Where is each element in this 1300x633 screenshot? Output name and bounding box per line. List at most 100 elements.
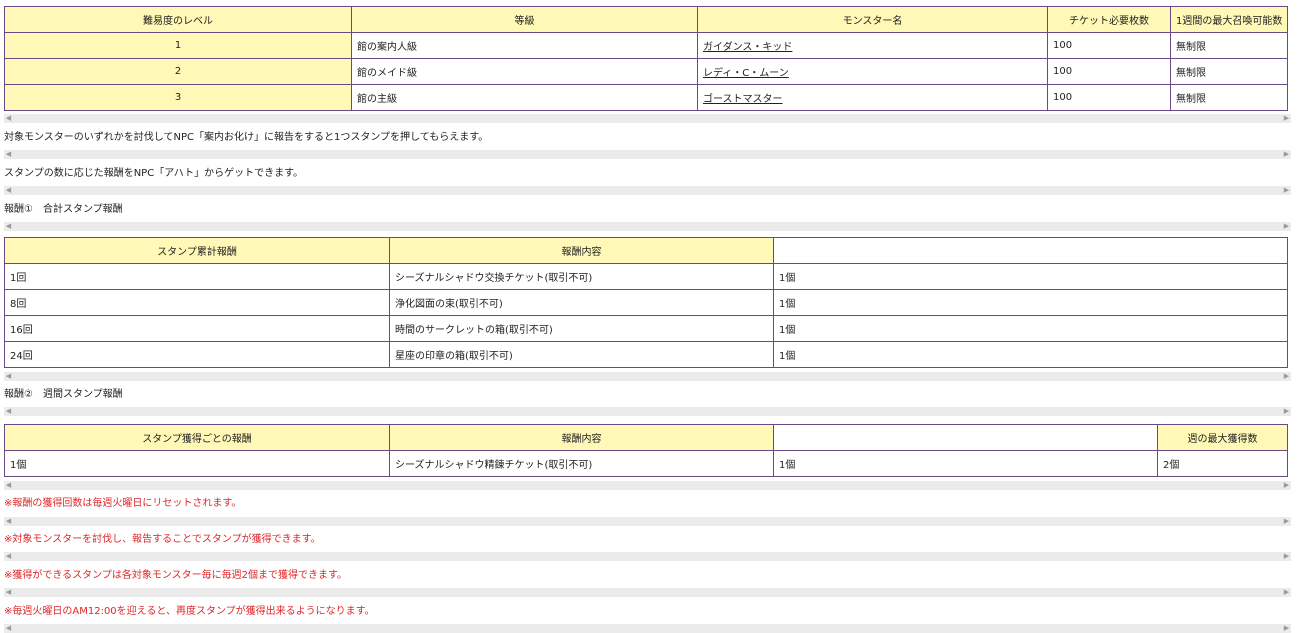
header-tickets: チケット必要枚数 xyxy=(1047,6,1171,33)
stamp-count-cell: 24回 xyxy=(4,341,390,368)
scroll-right-icon[interactable]: ▶ xyxy=(1282,624,1291,633)
scroll-left-icon[interactable]: ◀ xyxy=(4,186,13,195)
header-per-stamp: スタンプ獲得ごとの報酬 xyxy=(4,424,390,451)
tickets-cell: 100 xyxy=(1047,32,1171,59)
horizontal-scrollbar[interactable]: ◀ ▶ xyxy=(4,481,1291,490)
header-weekly-max: 1週間の最大召喚可能数 xyxy=(1170,6,1288,33)
reward-item-cell: 時間のサークレットの箱(取引不可) xyxy=(389,315,774,342)
scroll-left-icon[interactable]: ◀ xyxy=(4,624,13,633)
scroll-right-icon[interactable]: ▶ xyxy=(1282,517,1291,526)
reward-item-cell: シーズナルシャドウ精錬チケット(取引不可) xyxy=(389,450,774,477)
header-grade: 等級 xyxy=(351,6,698,33)
scroll-right-icon[interactable]: ▶ xyxy=(1282,407,1291,416)
monster-name-cell: ガイダンス・キッド xyxy=(697,32,1048,59)
table-row: 24回 星座の印章の箱(取引不可) 1個 xyxy=(4,341,1288,368)
stamp-count-cell: 8回 xyxy=(4,289,390,316)
quantity-cell: 1個 xyxy=(773,450,1158,477)
monster-name-cell: ゴーストマスター xyxy=(697,84,1048,111)
scroll-left-icon[interactable]: ◀ xyxy=(4,588,13,597)
tickets-cell: 100 xyxy=(1047,84,1171,111)
horizontal-scrollbar[interactable]: ◀ ▶ xyxy=(4,624,1291,633)
level-cell: 2 xyxy=(4,58,352,85)
level-cell: 3 xyxy=(4,84,352,111)
monster-name-cell: レディ・C・ムーン xyxy=(697,58,1048,85)
scroll-right-icon[interactable]: ▶ xyxy=(1282,372,1291,381)
horizontal-scrollbar[interactable]: ◀ ▶ xyxy=(4,552,1291,561)
header-weekly-max-gain: 週の最大獲得数 xyxy=(1157,424,1288,451)
horizontal-scrollbar[interactable]: ◀ ▶ xyxy=(4,186,1291,195)
grade-cell: 館の案内人級 xyxy=(351,32,698,59)
header-monster-name: モンスター名 xyxy=(697,6,1048,33)
scroll-left-icon[interactable]: ◀ xyxy=(4,372,13,381)
header-stamp-total: スタンプ累計報酬 xyxy=(4,237,390,264)
table-row: 1個 シーズナルシャドウ精錬チケット(取引不可) 1個 2個 xyxy=(4,450,1288,477)
stamp-count-cell: 1回 xyxy=(4,263,390,290)
weekly-stamp-table: スタンプ獲得ごとの報酬 報酬内容 週の最大獲得数 1個 シーズナルシャドウ精錬チ… xyxy=(4,424,1288,477)
grade-cell: 館のメイド級 xyxy=(351,58,698,85)
header-reward-content: 報酬内容 xyxy=(389,237,774,264)
scroll-left-icon[interactable]: ◀ xyxy=(4,114,13,123)
table-row: 2 館のメイド級 レディ・C・ムーン 100 無制限 xyxy=(4,58,1288,85)
reward2-heading: 報酬② 週間スタンプ報酬 xyxy=(4,389,123,400)
note-earn: ※対象モンスターを討伐し、報告することでスタンプが獲得できます。 xyxy=(4,534,321,545)
weekly-table-header: スタンプ獲得ごとの報酬 報酬内容 週の最大獲得数 xyxy=(4,424,1288,451)
reward1-heading: 報酬① 合計スタンプ報酬 xyxy=(4,204,123,215)
table-row: 16回 時間のサークレットの箱(取引不可) 1個 xyxy=(4,315,1288,342)
table-row: 1 館の案内人級 ガイダンス・キッド 100 無制限 xyxy=(4,32,1288,59)
scroll-left-icon[interactable]: ◀ xyxy=(4,517,13,526)
monster-table-header: 難易度のレベル 等級 モンスター名 チケット必要枚数 1週間の最大召喚可能数 xyxy=(4,6,1288,33)
stamp-count-cell: 16回 xyxy=(4,315,390,342)
grade-cell: 館の主級 xyxy=(351,84,698,111)
scroll-right-icon[interactable]: ▶ xyxy=(1282,150,1291,159)
table-row: 3 館の主級 ゴーストマスター 100 無制限 xyxy=(4,84,1288,111)
table-row: 8回 浄化図面の束(取引不可) 1個 xyxy=(4,289,1288,316)
weekly-max-cell: 無制限 xyxy=(1170,32,1288,59)
scroll-left-icon[interactable]: ◀ xyxy=(4,481,13,490)
tickets-cell: 100 xyxy=(1047,58,1171,85)
scroll-right-icon[interactable]: ▶ xyxy=(1282,552,1291,561)
scroll-right-icon[interactable]: ▶ xyxy=(1282,114,1291,123)
monster-link[interactable]: レディ・C・ムーン xyxy=(703,68,789,79)
header-blank xyxy=(773,424,1158,451)
quantity-cell: 1個 xyxy=(773,315,1288,342)
reward-item-cell: 浄化図面の束(取引不可) xyxy=(389,289,774,316)
table-row: 1回 シーズナルシャドウ交換チケット(取引不可) 1個 xyxy=(4,263,1288,290)
weekly-max-cell: 無制限 xyxy=(1170,58,1288,85)
reward-item-cell: 星座の印章の箱(取引不可) xyxy=(389,341,774,368)
scroll-right-icon[interactable]: ▶ xyxy=(1282,222,1291,231)
horizontal-scrollbar[interactable]: ◀ ▶ xyxy=(4,372,1291,381)
stamp-info-text: 対象モンスターのいずれかを討伐してNPC「案内お化け」に報告をすると1つスタンプ… xyxy=(4,132,489,143)
quantity-cell: 1個 xyxy=(773,341,1288,368)
weekly-max-cell: 無制限 xyxy=(1170,84,1288,111)
scroll-right-icon[interactable]: ▶ xyxy=(1282,481,1291,490)
total-table-header: スタンプ累計報酬 報酬内容 xyxy=(4,237,1288,264)
per-stamp-cell: 1個 xyxy=(4,450,390,477)
quantity-cell: 1個 xyxy=(773,289,1288,316)
reward-item-cell: シーズナルシャドウ交換チケット(取引不可) xyxy=(389,263,774,290)
scroll-right-icon[interactable]: ▶ xyxy=(1282,588,1291,597)
monster-link[interactable]: ゴーストマスター xyxy=(703,94,783,105)
horizontal-scrollbar[interactable]: ◀ ▶ xyxy=(4,588,1291,597)
monster-table: 難易度のレベル 等級 モンスター名 チケット必要枚数 1週間の最大召喚可能数 1… xyxy=(4,6,1288,111)
scroll-left-icon[interactable]: ◀ xyxy=(4,150,13,159)
header-blank xyxy=(773,237,1288,264)
horizontal-scrollbar[interactable]: ◀ ▶ xyxy=(4,114,1291,123)
weekly-max-cell: 2個 xyxy=(1157,450,1288,477)
horizontal-scrollbar[interactable]: ◀ ▶ xyxy=(4,517,1291,526)
header-reward-content: 報酬内容 xyxy=(389,424,774,451)
horizontal-scrollbar[interactable]: ◀ ▶ xyxy=(4,407,1291,416)
scroll-left-icon[interactable]: ◀ xyxy=(4,222,13,231)
quantity-cell: 1個 xyxy=(773,263,1288,290)
note-tuesday: ※毎週火曜日のAM12:00を迎えると、再度スタンプが獲得出来るようになります。 xyxy=(4,606,375,617)
reward-info-text: スタンプの数に応じた報酬をNPC「アハト」からゲットできます。 xyxy=(4,168,304,179)
total-stamp-table: スタンプ累計報酬 報酬内容 1回 シーズナルシャドウ交換チケット(取引不可) 1… xyxy=(4,237,1288,368)
scroll-left-icon[interactable]: ◀ xyxy=(4,552,13,561)
header-level: 難易度のレベル xyxy=(4,6,352,33)
scroll-left-icon[interactable]: ◀ xyxy=(4,407,13,416)
horizontal-scrollbar[interactable]: ◀ ▶ xyxy=(4,150,1291,159)
page: 難易度のレベル 等級 モンスター名 チケット必要枚数 1週間の最大召喚可能数 1… xyxy=(0,0,1300,633)
horizontal-scrollbar[interactable]: ◀ ▶ xyxy=(4,222,1291,231)
monster-link[interactable]: ガイダンス・キッド xyxy=(703,42,792,53)
note-reset: ※報酬の獲得回数は毎週火曜日にリセットされます。 xyxy=(4,498,242,509)
scroll-right-icon[interactable]: ▶ xyxy=(1282,186,1291,195)
